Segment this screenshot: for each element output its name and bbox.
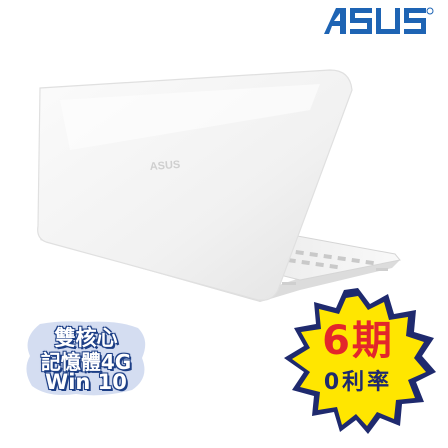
asus-logo [324, 7, 434, 34]
promo-subline: 0利率 [323, 370, 393, 395]
spec-line-os: Win 10 [45, 370, 127, 394]
spec-badge: 雙核心 記憶體4G Win 10 [22, 318, 150, 398]
promo-badge: 6期 0利率 [278, 286, 438, 436]
promo-headline: 6期 [322, 318, 394, 364]
svg-text:ASUS: ASUS [149, 159, 180, 173]
